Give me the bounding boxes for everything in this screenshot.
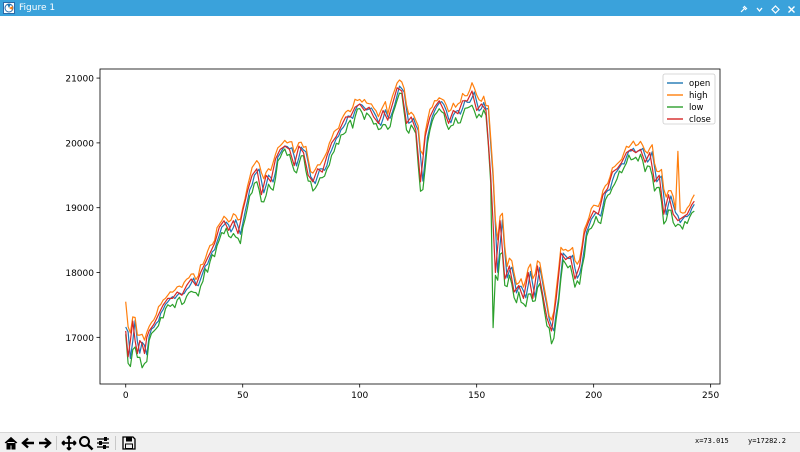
y-tick-label: 17000 — [65, 334, 94, 344]
save-icon[interactable] — [121, 435, 137, 451]
axes-frame — [99, 68, 721, 385]
window-title: Figure 1 — [19, 3, 56, 13]
stock-line-chart[interactable]: 17000 18000 19000 20000 21000 0 50 100 150 200 250… — [0, 16, 800, 432]
minimize-icon[interactable] — [755, 4, 764, 13]
x-tick-label: 200 — [585, 391, 602, 401]
x-tick-label: 150 — [468, 391, 485, 401]
legend-label-low: low — [689, 103, 704, 113]
x-tick-label: 50 — [237, 391, 249, 401]
y-tick-label: 20000 — [65, 139, 94, 149]
x-tick-label: 0 — [123, 391, 129, 401]
zoom-icon[interactable] — [78, 435, 94, 451]
configure-subplots-icon[interactable] — [95, 435, 111, 451]
back-arrow-icon[interactable] — [20, 435, 36, 451]
matplotlib-app-icon — [3, 2, 15, 14]
y-tick-label: 18000 — [65, 269, 94, 279]
cursor-x-readout: x=73.015 — [695, 437, 729, 445]
navigation-toolbar: x=73.015 y=17282.2 — [0, 432, 800, 452]
y-tick-label: 21000 — [65, 75, 94, 85]
toolbar-separator — [115, 436, 116, 450]
x-tick-label: 250 — [702, 391, 719, 401]
pan-icon[interactable] — [61, 435, 77, 451]
legend-label-open: open — [689, 79, 710, 89]
maximize-icon[interactable] — [771, 4, 780, 14]
y-tick-label: 19000 — [65, 204, 94, 214]
figure-canvas[interactable]: 17000 18000 19000 20000 21000 0 50 100 150 200 250… — [0, 16, 800, 432]
cursor-y-readout: y=17282.2 — [748, 437, 786, 445]
pin-icon[interactable] — [739, 4, 748, 13]
x-tick-label: 100 — [351, 391, 368, 401]
legend-label-close: close — [689, 115, 711, 125]
legend-label-high: high — [689, 91, 708, 101]
window-titlebar: Figure 1 — [0, 0, 800, 16]
close-icon[interactable] — [787, 4, 796, 13]
forward-arrow-icon[interactable] — [37, 435, 53, 451]
home-icon[interactable] — [3, 435, 19, 451]
toolbar-separator — [56, 436, 57, 450]
